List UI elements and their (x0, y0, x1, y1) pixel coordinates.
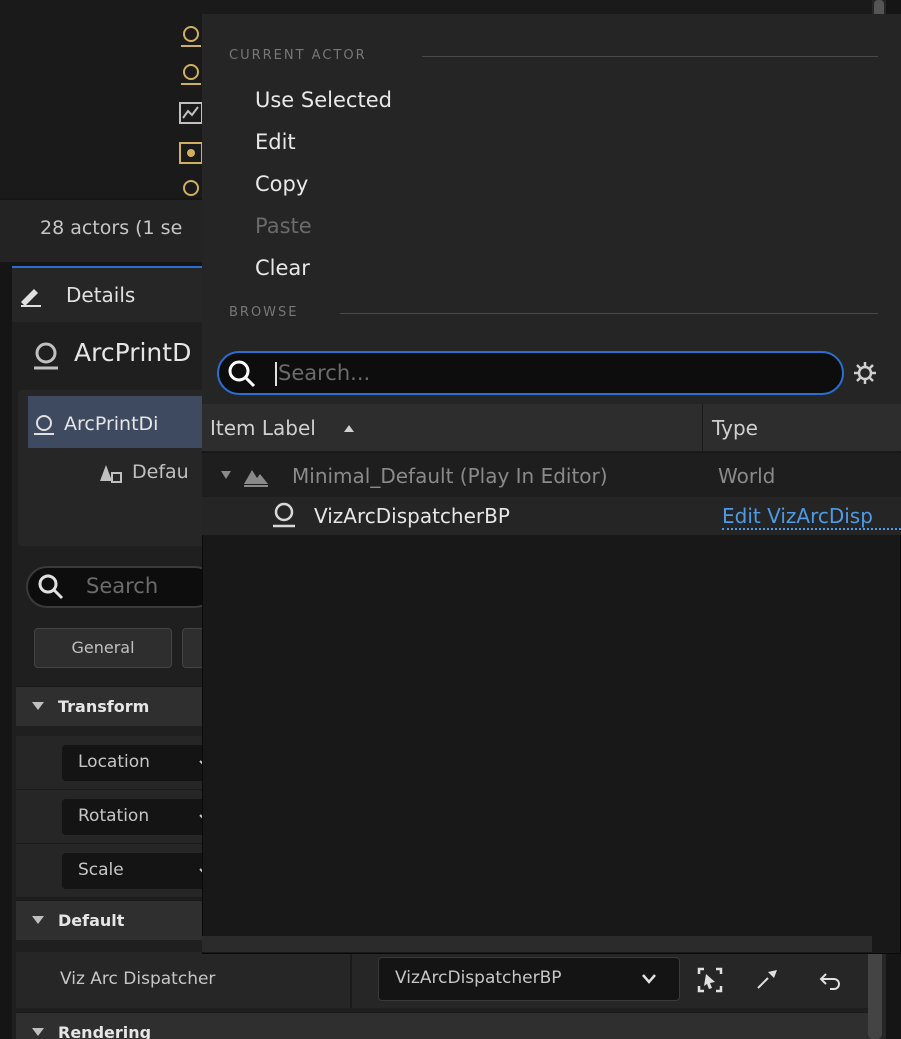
asset-picker-value: VizArcDispatcherBP (395, 968, 562, 988)
select-actor-icon[interactable] (696, 966, 724, 994)
actor-icon (273, 502, 295, 528)
collapse-arrow-icon (32, 702, 44, 710)
details-search-placeholder: Search (86, 574, 159, 598)
actor-icon[interactable] (178, 24, 204, 50)
actor-count-label: 28 actors (1 se (40, 217, 183, 239)
actor-label: VizArcDispatcherBP (314, 504, 510, 528)
location-dropdown[interactable]: Location (62, 745, 212, 781)
component-label: ArcPrintDi (64, 413, 159, 435)
category-label: Rendering (58, 1023, 152, 1039)
details-tab-label: Details (66, 283, 136, 307)
category-label: Default (58, 911, 125, 930)
actor-icon[interactable] (178, 62, 204, 88)
category-label: Transform (58, 697, 150, 716)
actor-icon (34, 415, 54, 435)
scrollbar-thumb[interactable] (868, 946, 882, 1039)
filter-general-button[interactable]: General (34, 628, 172, 668)
property-label: Viz Arc Dispatcher (60, 969, 216, 989)
horizontal-scrollbar[interactable] (202, 936, 872, 952)
menu-item-edit[interactable]: Edit (255, 130, 296, 154)
section-current-actor: CURRENT ACTOR (229, 48, 367, 63)
column-type[interactable]: Type (712, 416, 758, 440)
reset-arrow-icon[interactable] (818, 968, 842, 992)
rotation-label: Rotation (78, 806, 150, 826)
section-divider (422, 56, 878, 57)
search-icon (228, 360, 256, 388)
menu-item-use-selected[interactable]: Use Selected (255, 88, 392, 112)
menu-item-clear[interactable]: Clear (255, 256, 310, 280)
target-icon[interactable] (178, 140, 204, 166)
actor-name-title[interactable]: ArcPrintD (74, 338, 191, 367)
section-browse: BROWSE (229, 305, 299, 320)
collapse-arrow-icon (32, 1028, 44, 1036)
location-label: Location (78, 752, 150, 772)
pencil-icon (21, 289, 41, 307)
category-rendering[interactable]: Rendering (16, 1012, 872, 1039)
column-divider[interactable] (702, 404, 703, 452)
world-icon (244, 470, 268, 487)
component-sub-label[interactable]: Defau (132, 461, 189, 483)
sort-ascending-icon (344, 425, 354, 432)
collapse-arrow-icon (32, 916, 44, 924)
section-divider (340, 313, 878, 314)
world-type: World (718, 464, 776, 488)
search-icon (38, 574, 64, 600)
chevron-down-icon (642, 974, 656, 984)
edit-actor-link[interactable]: Edit VizArcDisp (722, 504, 901, 530)
menu-item-copy[interactable]: Copy (255, 172, 308, 196)
menu-item-paste: Paste (255, 214, 312, 238)
column-item-label[interactable]: Item Label (210, 416, 316, 440)
scene-component-icon (100, 465, 122, 483)
rotation-dropdown[interactable]: Rotation (62, 799, 212, 835)
browse-search-input[interactable] (278, 359, 818, 387)
scale-dropdown[interactable]: Scale (62, 853, 212, 889)
expand-arrow-icon[interactable] (220, 470, 232, 480)
scale-label: Scale (78, 860, 124, 880)
graph-icon[interactable] (178, 100, 204, 126)
column-divider[interactable] (350, 952, 352, 1008)
world-label: Minimal_Default (Play In Editor) (292, 464, 608, 488)
popup-menu-section (202, 14, 901, 404)
eyedropper-icon[interactable] (754, 966, 780, 992)
actor-icon (34, 342, 58, 370)
text-caret (275, 362, 277, 386)
gear-icon[interactable] (852, 360, 878, 386)
